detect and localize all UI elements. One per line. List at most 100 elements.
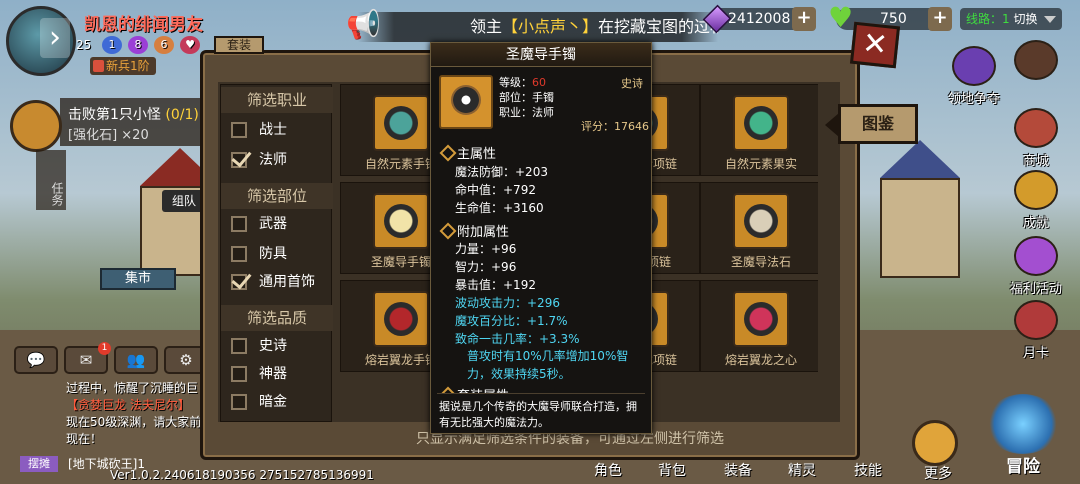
checkbox[interactable] <box>231 338 247 354</box>
collection-tab[interactable]: 图鉴 <box>825 104 918 144</box>
item-icon <box>384 106 418 140</box>
tooltip-score: 评分：17646 <box>581 120 649 133</box>
tab-bag[interactable]: 背包 <box>658 460 686 480</box>
divider <box>437 393 645 394</box>
menu-label: 领地争夺 <box>947 92 1000 107</box>
game-screen: › 凯恩的绯闻男友 25 1 8 6 ♥ 新兵1阶 领主【小点声丶】在挖藏宝图的… <box>0 0 1080 484</box>
collapse-arrow-icon[interactable]: › <box>40 18 70 58</box>
stall-button[interactable]: 摆摊 <box>20 456 58 472</box>
filter-class-mage[interactable]: 法师 <box>231 149 287 171</box>
checkbox[interactable] <box>231 246 247 262</box>
tooltip-class: 职业：法师 <box>499 106 554 119</box>
market-sign[interactable]: 集市 <box>100 268 176 290</box>
adventure-button[interactable]: 冒险 <box>1006 452 1040 477</box>
item-icon-frame <box>373 95 429 151</box>
chat-bubble-button[interactable]: 💬 <box>14 346 58 374</box>
filter-quality-epic[interactable]: 史诗 <box>231 335 287 357</box>
filter-label: 防具 <box>259 246 287 262</box>
player-level: 25 <box>76 38 92 52</box>
tab-character[interactable]: 角色 <box>594 460 622 480</box>
house <box>880 178 960 278</box>
tooltip-part: 部位：手镯 <box>499 91 554 104</box>
mail-button[interactable]: ✉ 1 <box>64 342 111 374</box>
medal-icon: 8 <box>128 36 148 54</box>
filter-part-armor[interactable]: 防具 <box>231 243 287 265</box>
add-gems-button[interactable]: + <box>792 7 816 31</box>
menu-x-button[interactable] <box>1008 40 1064 82</box>
filter-part-heading: 筛选部位 <box>221 183 333 209</box>
chat-line: 【贪婪巨龙 法夫尼尔】 <box>66 398 190 412</box>
bottom-tab-bar: 角色 背包 装备 精灵 技能 <box>590 460 890 482</box>
filter-quality-heading: 筛选品质 <box>221 305 333 331</box>
special-stat-line: 波动攻击力：+296 <box>455 296 560 310</box>
item-cell[interactable]: 自然元素果实 <box>700 84 818 176</box>
filter-label: 通用首饰 <box>259 274 315 290</box>
tooltip-meta: 等级：60 部位：手镯 职业：法师 <box>499 75 554 120</box>
checkbox[interactable] <box>231 366 247 382</box>
item-icon-frame <box>373 193 429 249</box>
level-value: 60 <box>532 76 546 89</box>
switch-label: 切换 <box>1013 12 1038 26</box>
checkbox[interactable] <box>231 394 247 410</box>
tab-skill[interactable]: 技能 <box>854 460 882 480</box>
quest-scroll-icon[interactable] <box>10 100 62 152</box>
chat-line: 现在！ <box>66 432 103 446</box>
tab-equipment[interactable]: 装备 <box>724 460 752 480</box>
item-icon-frame <box>733 193 789 249</box>
server-line-selector[interactable]: 线路：1 切换 <box>960 8 1062 30</box>
item-icon-frame <box>733 95 789 151</box>
task-button[interactable]: 任务 <box>36 150 66 210</box>
more-label: 更多 <box>924 466 952 482</box>
close-button[interactable]: ✕ <box>849 21 901 69</box>
special-stat-line: 致命一击几率：+3.3% <box>455 332 580 346</box>
item-icon-frame <box>733 291 789 347</box>
shop-button[interactable]: 商城 <box>1008 108 1064 169</box>
item-cell[interactable]: 熔岩翼龙之心 <box>700 280 818 372</box>
filter-class-warrior[interactable]: 战士 <box>231 119 287 141</box>
filter-quality-dark-gold[interactable]: 暗金 <box>231 391 287 413</box>
filter-label: 神器 <box>259 366 287 382</box>
add-stamina-button[interactable]: + <box>928 7 952 31</box>
gem-counter: 2412008 + <box>702 4 816 34</box>
item-tooltip: 圣魔导手镯 等级：60 部位：手镯 职业：法师 史诗 评分：17646 主属性 … <box>430 42 652 434</box>
tooltip-description: 据说是几个传奇的大魔导师联合打造，拥有无比强大的魔法力。 <box>439 400 637 429</box>
item-icon <box>384 204 418 238</box>
tab-spirit[interactable]: 精灵 <box>788 460 816 480</box>
broadcast-ticker: 领主【小点声丶】在挖藏宝图的过程 <box>358 12 718 42</box>
checkbox[interactable] <box>231 122 247 138</box>
chat-log: 过程中，惊醒了沉睡的巨 【贪婪巨龙 法夫尼尔】 现在50级深渊，请大家前 现在！ <box>66 380 206 448</box>
more-button[interactable]: 更多 <box>912 420 958 482</box>
shop-tent-icon <box>1014 108 1058 148</box>
quest-title: 击败第1只小怪 (0/1) <box>68 104 199 124</box>
checkbox[interactable] <box>231 216 247 232</box>
monthly-card-button[interactable]: 月卡 <box>1008 300 1064 361</box>
achievement-button[interactable]: 成就 <box>1008 170 1064 231</box>
checkbox-checked[interactable] <box>231 152 247 168</box>
medal-icon: 6 <box>154 36 174 54</box>
menu-label: 月卡 <box>1022 346 1049 361</box>
territory-battle-button[interactable]: 领地争夺 <box>946 46 1002 107</box>
stat-line: 魔法防御：+203 <box>455 165 548 179</box>
tooltip-quality: 史诗 <box>621 77 643 90</box>
filter-label: 武器 <box>259 216 287 232</box>
broadcast-prefix: 领主 <box>470 17 503 36</box>
filter-part-weapon[interactable]: 武器 <box>231 213 287 235</box>
filter-quality-artifact[interactable]: 神器 <box>231 363 287 385</box>
adventure-portal-icon[interactable] <box>986 394 1060 454</box>
tooltip-level: 等级：60 <box>499 75 554 90</box>
filter-part-accessory[interactable]: 通用首饰 <box>231 271 315 293</box>
filter-panel: 筛选职业 战士 法师 筛选部位 武器 防具 通用首饰 筛选品质 史诗 神器 暗金 <box>220 84 333 422</box>
broadcast-text: 在挖藏宝图的过程 <box>598 17 718 36</box>
stat-line: 生命值：+3160 <box>455 201 544 215</box>
welfare-button[interactable]: 福利活动 <box>1008 236 1064 297</box>
gem-amount: 2412008 <box>728 11 791 27</box>
item-icon <box>384 302 418 336</box>
item-cell[interactable]: 圣魔导法石 <box>700 182 818 274</box>
checkbox-checked[interactable] <box>231 274 247 290</box>
item-icon-frame <box>373 291 429 347</box>
friends-button[interactable]: 👥 <box>114 346 158 374</box>
rank-label: 新兵1阶 <box>106 59 150 73</box>
item-name: 自然元素果实 <box>724 157 797 171</box>
tab-set[interactable]: 套装 <box>214 36 264 54</box>
special-stat-line: 魔攻百分比：+1.7% <box>455 314 568 328</box>
